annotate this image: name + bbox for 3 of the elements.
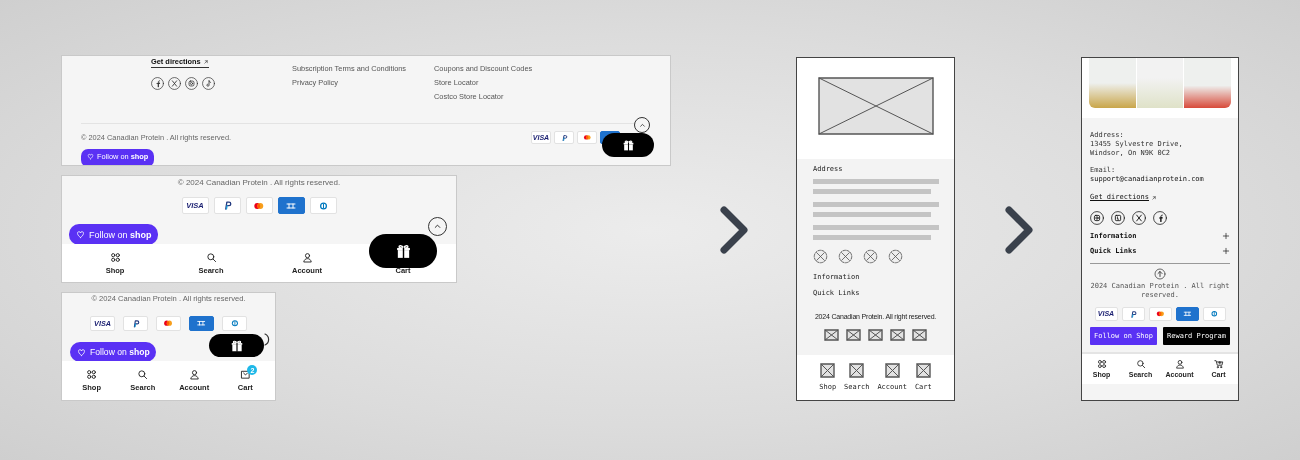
follow-on-shop-button[interactable]: Follow on shop (70, 342, 156, 362)
follow-on-shop-button[interactable]: Follow on shop (69, 224, 158, 245)
copyright-text: © 2024 Canadian Protein . All rights reserved. (176, 178, 342, 187)
